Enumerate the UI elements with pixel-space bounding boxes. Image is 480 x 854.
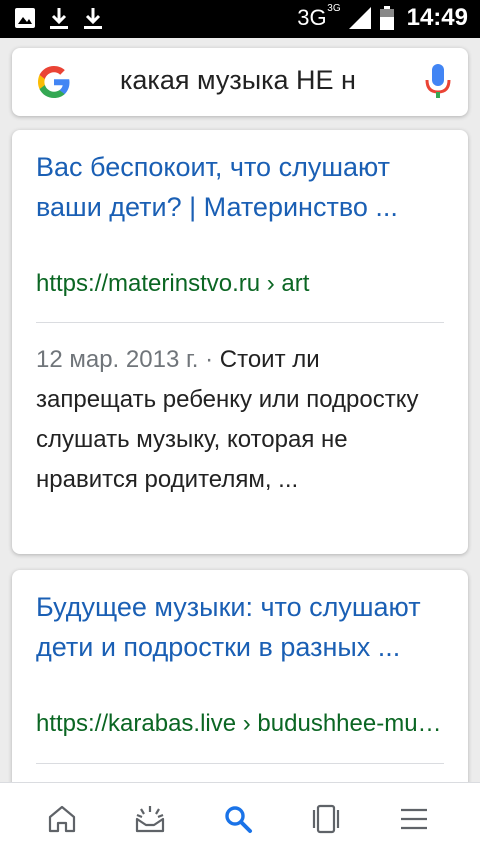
signal-icon bbox=[348, 7, 371, 29]
google-logo[interactable] bbox=[36, 64, 72, 100]
menu-icon[interactable] bbox=[398, 803, 430, 835]
date-separator: · bbox=[198, 346, 220, 373]
divider bbox=[36, 322, 444, 323]
home-icon[interactable] bbox=[46, 803, 78, 835]
search-bar[interactable]: какая музыка НЕ н bbox=[12, 48, 468, 116]
image-icon bbox=[15, 8, 35, 28]
bottom-navigation bbox=[0, 782, 480, 854]
result-snippet: 12 мар. 2013 г. · Стоит ли запрещать реб… bbox=[36, 340, 446, 500]
search-query[interactable]: какая музыка НЕ н bbox=[120, 65, 392, 96]
search-result-card[interactable]: Будущее музыки: что слушают дети и подро… bbox=[12, 570, 468, 810]
result-date: 12 мар. 2013 г. bbox=[36, 346, 199, 373]
discover-icon[interactable] bbox=[134, 803, 166, 835]
status-bar: 3G 3G 14:49 bbox=[0, 0, 480, 38]
network-type: 3G 3G bbox=[297, 3, 341, 30]
result-url[interactable]: https://karabas.live › budushhee-muzyki bbox=[36, 710, 446, 738]
search-icon[interactable] bbox=[222, 803, 254, 835]
clock: 14:49 bbox=[406, 4, 468, 31]
tabs-icon[interactable] bbox=[310, 803, 342, 835]
result-title-link[interactable]: Будущее музыки: что слушают дети и подро… bbox=[36, 587, 446, 667]
battery-icon bbox=[379, 6, 394, 30]
result-url[interactable]: https://materinstvo.ru › art bbox=[36, 270, 446, 298]
search-result-card[interactable]: Вас беспокоит, что слушают ваши дети? | … bbox=[12, 130, 468, 554]
divider bbox=[36, 763, 444, 764]
download-icon bbox=[50, 8, 68, 29]
download-icon bbox=[84, 8, 102, 29]
result-title-link[interactable]: Вас беспокоит, что слушают ваши дети? | … bbox=[36, 147, 446, 227]
mic-icon[interactable] bbox=[424, 62, 452, 102]
